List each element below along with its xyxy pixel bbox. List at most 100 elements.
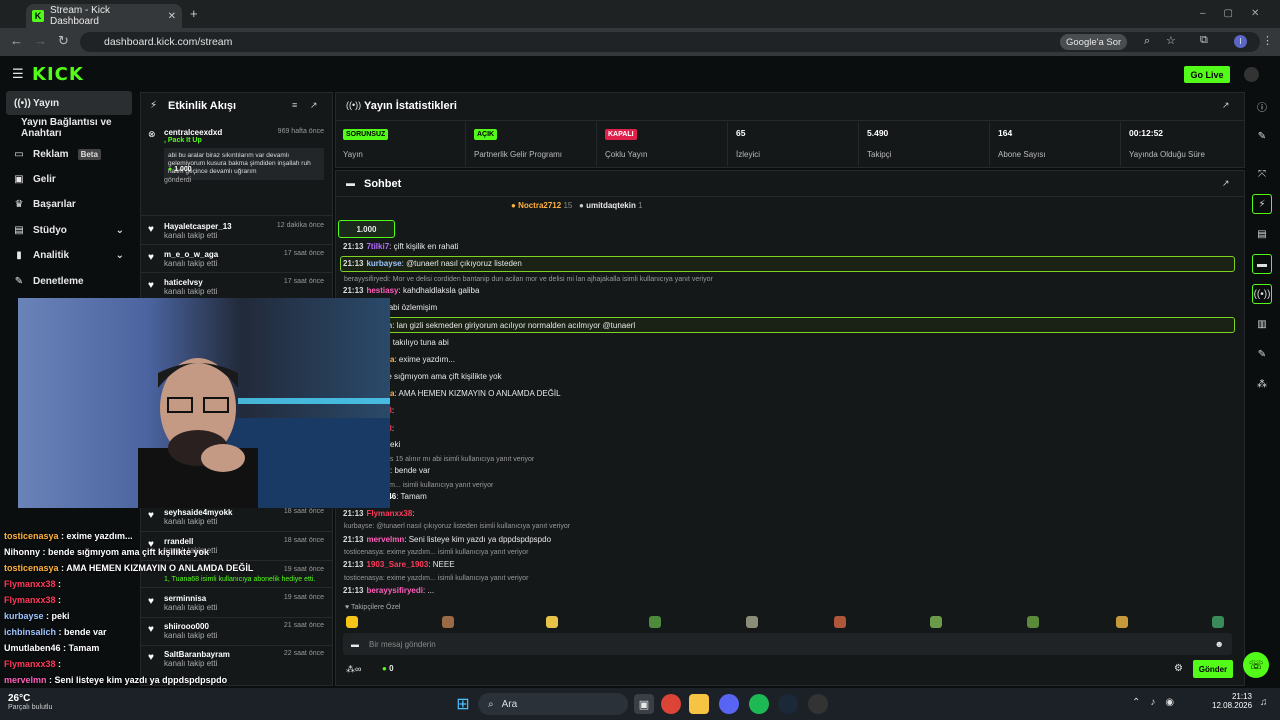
- layers-icon[interactable]: ▥: [1252, 314, 1272, 334]
- settings-gear-icon[interactable]: ⚙: [1174, 663, 1183, 674]
- filter-icon[interactable]: ≡: [292, 100, 297, 110]
- new-tab-icon[interactable]: +: [190, 6, 198, 21]
- chat-username[interactable]: 1903_Sare_1903: [366, 560, 428, 569]
- sidebar-item-analytics[interactable]: ▮ Analitik ⌄: [6, 243, 132, 267]
- beta-badge: Beta: [77, 148, 101, 160]
- overlay-username: Nihonny: [4, 547, 40, 557]
- chevron-down-icon: ⌄: [115, 224, 124, 236]
- chat-timestamp: 21:13: [343, 242, 364, 251]
- profile-avatar[interactable]: I: [1234, 35, 1247, 48]
- sidebar-item-stream-key[interactable]: Yayın Bağlantısı ve Anahtarı: [6, 116, 132, 140]
- sidebar-item-revenue[interactable]: ▣ Gelir: [6, 167, 132, 191]
- send-button[interactable]: Gönder: [1193, 660, 1233, 678]
- chat-text: Seni listeye kim yazdı ya dppdspdpspdo: [408, 535, 552, 544]
- chrome-icon[interactable]: [661, 694, 681, 714]
- reload-icon[interactable]: ↻: [58, 33, 69, 49]
- document-icon[interactable]: ▤: [1252, 224, 1272, 244]
- emoji-icon[interactable]: ☻: [1215, 639, 1224, 649]
- back-icon[interactable]: ←: [10, 33, 23, 48]
- stat-subscribers: 164 Abone Sayısı: [990, 122, 1121, 166]
- activity-item: ♥ shiirooo000 kanalı takip etti 21 saat önc…: [140, 618, 332, 646]
- overlay-username: Flymanxx38: [4, 595, 56, 605]
- chat-message: 21:13 kurbayse: @tunaerl nasıl çıkıyoruz …: [343, 259, 522, 268]
- overlay-text: peki: [51, 611, 70, 621]
- browser-menu-icon[interactable]: ⋮: [1262, 34, 1273, 47]
- chat-text: Tamam: [400, 492, 427, 501]
- sidebar-item-stream[interactable]: ((•)) Yayın: [6, 91, 132, 115]
- chat-reply-context: tosticenasya: exime yazdım... isimli kul…: [344, 575, 529, 582]
- steam-icon[interactable]: [778, 694, 798, 714]
- popout-icon[interactable]: ↗: [1222, 100, 1230, 111]
- browser-tab[interactable]: K Stream - Kick Dashboard ✕: [26, 4, 182, 28]
- heart-icon: ♥: [148, 280, 154, 291]
- overlay-text: Tamam: [68, 643, 100, 653]
- sidebar-item-studio[interactable]: ▤ Stüdyo ⌄: [6, 218, 132, 242]
- divider: [335, 196, 1245, 197]
- money-icon: ▣: [14, 173, 24, 185]
- hamburger-menu-icon[interactable]: ☰: [12, 66, 24, 82]
- share-icon[interactable]: ⁂: [1252, 374, 1272, 394]
- link-icon[interactable]: ⤧: [1252, 164, 1272, 184]
- obs-icon[interactable]: [808, 694, 828, 714]
- start-button-icon[interactable]: ⊞: [453, 694, 473, 714]
- sidebar-item-moderation[interactable]: ✎ Denetleme: [6, 269, 132, 293]
- info-icon[interactable]: ⓘ: [1252, 96, 1272, 116]
- window-controls[interactable]: –▢✕: [1200, 8, 1277, 19]
- chat-username[interactable]: kurbayse: [366, 259, 401, 268]
- overlay-text: Seni listeye kim yazdı ya dppdspdpspdo: [54, 675, 228, 685]
- chat-toggle-icon[interactable]: ▬: [1252, 254, 1272, 274]
- kick-logo[interactable]: KICK: [32, 64, 84, 85]
- emote[interactable]: [1212, 616, 1224, 628]
- chat-reply-context: kurbayse: @tunaerl nasıl çıkıyoruz liste…: [344, 523, 571, 530]
- bookmark-star-icon[interactable]: ☆: [1166, 34, 1176, 47]
- system-tray-icons[interactable]: ⌃♪◉: [1132, 697, 1184, 708]
- stats-toggle-icon[interactable]: ((•)): [1252, 284, 1272, 304]
- emote[interactable]: [546, 616, 558, 628]
- spotify-icon[interactable]: [749, 694, 769, 714]
- popout-icon[interactable]: ↗: [1222, 178, 1230, 189]
- task-view-icon[interactable]: ▣: [634, 694, 654, 714]
- edit-icon[interactable]: ✎: [1252, 126, 1272, 146]
- support-chat-button[interactable]: ☏: [1243, 652, 1269, 678]
- zoom-icon[interactable]: ⌕: [1144, 35, 1150, 48]
- discord-icon[interactable]: [719, 694, 739, 714]
- emote[interactable]: [930, 616, 942, 628]
- clock[interactable]: 21:13 12.08.2026: [1212, 692, 1252, 710]
- wrench-icon[interactable]: ✎: [1252, 344, 1272, 364]
- emote[interactable]: [442, 616, 454, 628]
- webcam-overlay: [18, 298, 390, 508]
- overlay-text: bende sığmıyom ama çift kişilikte yok: [48, 547, 210, 557]
- chat-message: 21:13 7tilki7: çift kişilik en rahati: [343, 242, 459, 251]
- chat-timestamp: 21:13: [343, 586, 364, 595]
- file-explorer-icon[interactable]: [689, 694, 709, 714]
- emote[interactable]: [1027, 616, 1039, 628]
- chat-username[interactable]: 7tilki7: [366, 242, 389, 251]
- go-live-button[interactable]: Go Live: [1184, 66, 1230, 83]
- taskbar-search[interactable]: ⌕ Ara: [478, 693, 628, 715]
- google-ask-button[interactable]: Google'a Sor: [1060, 34, 1128, 50]
- chat-username[interactable]: Flymanxx38: [366, 509, 412, 518]
- popout-icon[interactable]: ↗: [310, 100, 318, 111]
- activity-toggle-icon[interactable]: ⚡: [1252, 194, 1272, 214]
- emote[interactable]: [834, 616, 846, 628]
- close-tab-icon[interactable]: ✕: [168, 11, 176, 22]
- emote[interactable]: [1116, 616, 1128, 628]
- notification-bell-icon[interactable]: ♫: [1260, 697, 1268, 708]
- chat-username[interactable]: mervelmn: [366, 535, 404, 544]
- weather-widget[interactable]: 26°C Parçalı bulutlu: [8, 693, 52, 711]
- extensions-icon[interactable]: ⧉: [1200, 34, 1208, 47]
- chat-username[interactable]: hestiasy: [366, 286, 398, 295]
- emote[interactable]: [346, 616, 358, 628]
- channel-points-icon[interactable]: ⁂∞: [346, 664, 361, 675]
- kicks-balance[interactable]: ● 0: [382, 664, 394, 673]
- sidebar-item-ads[interactable]: ▭ Reklam Beta: [6, 142, 132, 166]
- emote[interactable]: [649, 616, 661, 628]
- user-avatar[interactable]: [1244, 67, 1259, 82]
- forward-icon[interactable]: →: [34, 33, 47, 48]
- sidebar-item-achievements[interactable]: ♛ Başarılar: [6, 192, 132, 216]
- emote[interactable]: [746, 616, 758, 628]
- pinned-kicks-badge[interactable]: 1.000: [338, 220, 395, 238]
- chat-input[interactable]: ▬ Bir mesaj gönderin ☻: [343, 633, 1232, 655]
- chat-username[interactable]: berayysifiryedi: [366, 586, 422, 595]
- overlay-chat-line: Umutlaben46 : Tamam: [4, 643, 100, 653]
